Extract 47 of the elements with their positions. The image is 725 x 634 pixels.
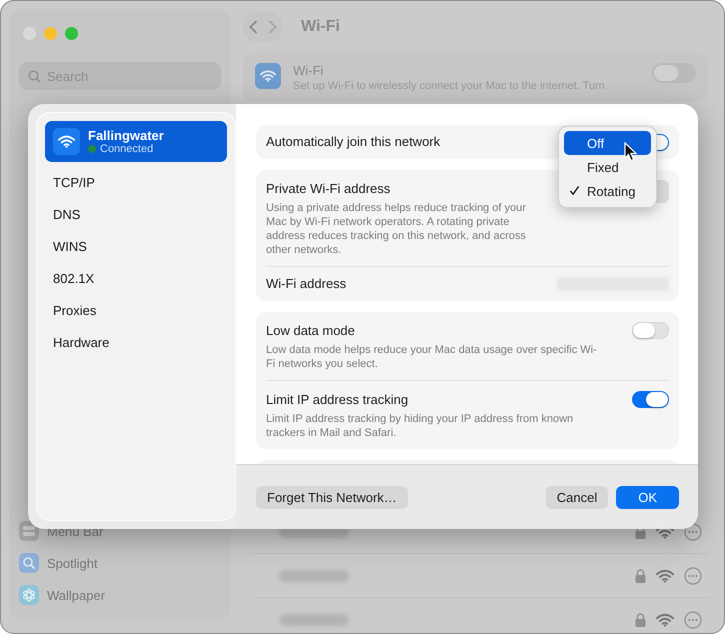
- wifi-icon: [260, 70, 276, 82]
- zoom-button[interactable]: [65, 27, 78, 40]
- minimize-button[interactable]: [44, 27, 57, 40]
- setting-description: Limit IP address tracking by hiding your IP address from known trackers in Mail and Safari.: [266, 412, 574, 440]
- blurred-network-name: [279, 614, 349, 626]
- toggle-switch[interactable]: [632, 322, 669, 339]
- setting-label: Low data mode: [266, 323, 355, 338]
- sidebar-tab[interactable]: TCP/IP: [45, 166, 227, 198]
- menu-item[interactable]: Off: [564, 131, 651, 155]
- status-text: Connected: [100, 143, 154, 155]
- pointer-icon: [624, 142, 638, 162]
- more-icon[interactable]: [684, 566, 702, 584]
- search-icon: [28, 70, 41, 82]
- menu-item[interactable]: Fixed: [564, 155, 651, 179]
- setting-label: Limit IP address tracking: [266, 392, 408, 407]
- sidebar-tab[interactable]: 802.1X: [45, 262, 227, 294]
- window-title: Wi-Fi: [301, 18, 340, 36]
- back-icon: [249, 20, 258, 34]
- setting-label: Wi-Fi address: [266, 276, 346, 291]
- toggle-switch[interactable]: [632, 391, 669, 408]
- blurred-network-name: [279, 570, 349, 582]
- sidebar-tab[interactable]: Proxies: [45, 294, 227, 326]
- menu-item[interactable]: Rotating: [564, 179, 651, 203]
- sidebar-tab[interactable]: WINS: [45, 230, 227, 262]
- card-title: Wi-Fi: [293, 63, 324, 78]
- wifi-signal-icon: [656, 612, 674, 626]
- navigation-control[interactable]: [243, 12, 283, 42]
- setting-label: Automatically join this network: [266, 134, 440, 149]
- magnifier-icon: [19, 553, 39, 573]
- more-icon[interactable]: [684, 610, 702, 628]
- network-item[interactable]: Fallingwater Connected: [45, 121, 227, 162]
- wifi-icon: [58, 135, 75, 148]
- checkmark-icon: [569, 184, 580, 196]
- status-dot: [88, 145, 96, 153]
- cancel-button[interactable]: Cancel: [546, 486, 608, 508]
- setting-description: Using a private address helps reduce tracking of your Mac by Wi-Fi network operators. A rotating private address reduces tracking on this network, and across other networks.: [266, 201, 527, 257]
- forward-icon: [268, 20, 277, 34]
- ok-button[interactable]: OK: [616, 486, 679, 508]
- network-name: Fallingwater: [88, 128, 164, 143]
- toggles-icon: [19, 521, 39, 541]
- setting-label: Private Wi-Fi address: [266, 181, 390, 196]
- forget-network-button[interactable]: Forget This Network…: [256, 486, 408, 508]
- sidebar-tab[interactable]: Hardware: [45, 326, 227, 358]
- flower-icon: [19, 585, 39, 605]
- wifi-signal-icon: [656, 568, 674, 582]
- sidebar-tab[interactable]: DNS: [45, 198, 227, 230]
- setting-description: Low data mode helps reduce your Mac data usage over specific Wi-Fi networks you select.: [266, 343, 598, 371]
